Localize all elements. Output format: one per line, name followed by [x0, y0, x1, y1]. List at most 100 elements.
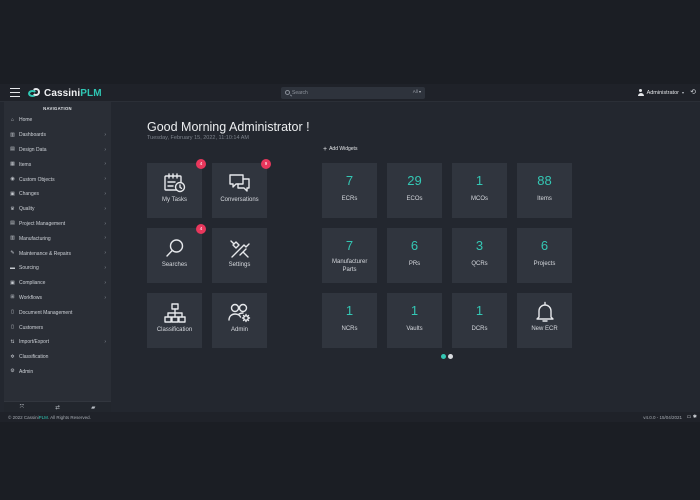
stat-tile-mcos[interactable]: 1 MCOs — [452, 163, 507, 218]
tile-my-tasks[interactable]: My Tasks 4 — [147, 159, 206, 218]
tile-searches[interactable]: Searches 4 — [147, 224, 206, 283]
stat-tile-ecos[interactable]: 29 ECOs — [387, 163, 442, 218]
notification-badge: 4 — [196, 224, 206, 234]
sidebar-item-manufacturing[interactable]: ▥ Manufacturing › — [4, 231, 111, 246]
stat-tile-manufacturer-parts[interactable]: 7 Manufacturer Parts — [322, 228, 377, 283]
chevron-right-icon: › — [104, 161, 106, 168]
sidebar-item-custom-objects[interactable]: ◉ Custom Objects › — [4, 172, 111, 187]
stat-tile-vaults[interactable]: 1 Vaults — [387, 293, 442, 348]
tile-label: Searches — [161, 262, 188, 268]
quality-icon: ♛ — [10, 205, 15, 212]
stat-value: 6 — [410, 238, 419, 253]
sidebar-item-label: Workflows — [19, 294, 42, 301]
stat-tile-projects[interactable]: 6 Projects — [517, 228, 572, 283]
greeting: Good Morning Administrator ! — [147, 120, 310, 134]
stat-tile-ecrs[interactable]: 7 ECRs — [322, 163, 377, 218]
import-export-icon: ⇅ — [10, 338, 15, 345]
sidebar-item-document-management[interactable]: ▯ Document Management — [4, 305, 111, 320]
user-menu[interactable]: Administrator ▾ — [637, 89, 684, 96]
project-icon: ▤ — [10, 220, 15, 227]
app-window: CassiniPLM All ▾ Administrator ▾ ⟲ NAVIG… — [0, 84, 700, 422]
sidebar-item-classification[interactable]: ✲ Classification — [4, 350, 111, 365]
stat-value: 3 — [475, 238, 484, 253]
chevron-right-icon: › — [104, 279, 106, 286]
sidebar-item-compliance[interactable]: ▣ Compliance › — [4, 276, 111, 291]
chevron-down-icon: ▾ — [681, 90, 684, 95]
add-widgets-button[interactable]: + Add Widgets — [323, 146, 357, 153]
sidebar-item-workflows[interactable]: ⊞ Workflows › — [4, 291, 111, 306]
stat-label: PRs — [408, 261, 421, 267]
gear-icon[interactable]: ✱ — [693, 414, 697, 420]
footer: © 2022 CassiniPLM. All Rights Reserved. … — [0, 412, 700, 422]
refresh-icon[interactable]: ⟲ — [690, 88, 696, 96]
sidebar-item-maintenance-repairs[interactable]: ✎ Maintenance & Repairs › — [4, 246, 111, 261]
search-scope-dropdown[interactable]: All ▾ — [413, 89, 421, 94]
logo[interactable]: CassiniPLM — [28, 86, 102, 100]
sidebar-item-changes[interactable]: ▣ Changes › — [4, 187, 111, 202]
search-icon — [285, 90, 290, 95]
tile-admin[interactable]: Admin — [212, 293, 267, 348]
compliance-icon: ▣ — [10, 279, 15, 286]
sidebar-item-items[interactable]: ▦ Items › — [4, 157, 111, 172]
sidebar-item-sourcing[interactable]: ▬ Sourcing › — [4, 261, 111, 276]
sidebar-item-import-export[interactable]: ⇅ Import/Export › — [4, 335, 111, 350]
pager-dot[interactable] — [441, 354, 446, 359]
chevron-right-icon: › — [104, 338, 106, 345]
menu-toggle-icon[interactable] — [10, 88, 20, 97]
chevron-right-icon: › — [104, 146, 106, 153]
stat-tile-prs[interactable]: 6 PRs — [387, 228, 442, 283]
stat-value: 7 — [345, 173, 354, 188]
stat-label: Projects — [533, 261, 556, 267]
notification-badge: 4 — [196, 159, 206, 169]
stat-tile-qcrs[interactable]: 3 QCRs — [452, 228, 507, 283]
folder-icon[interactable]: ▰ — [91, 405, 95, 411]
sidebar-item-label: Custom Objects — [19, 176, 55, 183]
pager-dot[interactable] — [448, 354, 453, 359]
stat-tile-items[interactable]: 88 Items — [517, 163, 572, 218]
swap-icon[interactable]: ⇄ — [55, 405, 60, 411]
chat-icon[interactable]: ▭ — [687, 414, 692, 420]
stat-value: 29 — [407, 173, 422, 188]
sidebar-item-design-data[interactable]: ▤ Design Data › — [4, 143, 111, 158]
sidebar-item-dashboards[interactable]: ▥ Dashboards › — [4, 128, 111, 143]
notification-badge: 9 — [261, 159, 271, 169]
sidebar-item-home[interactable]: ⌂ Home — [4, 113, 111, 128]
sidebar-item-customers[interactable]: ▯ Customers — [4, 320, 111, 335]
global-search: All ▾ — [281, 87, 425, 99]
tile-label: Classification — [156, 327, 193, 333]
tile-label: My Tasks — [162, 197, 187, 203]
stat-label: Manufacturer Parts — [332, 259, 368, 273]
stat-value: 7 — [345, 238, 354, 253]
sidebar-item-admin[interactable]: ⚙ Admin — [4, 365, 111, 380]
plus-icon: + — [323, 146, 328, 153]
search-input[interactable] — [292, 88, 402, 98]
tile-conversations[interactable]: Conversations 9 — [212, 159, 271, 218]
chevron-right-icon: › — [104, 131, 106, 138]
sidebar-item-quality[interactable]: ♛ Quality › — [4, 202, 111, 217]
changes-icon: ▣ — [10, 190, 15, 197]
stat-tile-ncrs[interactable]: 1 NCRs — [322, 293, 377, 348]
sidebar-item-project-management[interactable]: ▤ Project Management › — [4, 217, 111, 232]
nav-title: NAVIGATION — [43, 106, 72, 111]
collapse-icon[interactable]: ⤧ — [20, 404, 24, 411]
new-ecr-button[interactable]: New ECR — [517, 293, 572, 348]
stat-value: 1 — [475, 303, 484, 318]
tile-label: New ECR — [531, 326, 558, 332]
sidebar-item-label: Customers — [19, 324, 44, 331]
stat-label: Items — [537, 196, 552, 202]
tile-classification[interactable]: Classification — [147, 293, 202, 348]
sidebar-item-label: Import/Export — [19, 339, 50, 346]
items-icon: ▦ — [10, 161, 15, 168]
sidebar: NAVIGATION ⌂ Home ▥ Dashboards › ▤ Design Data… — [4, 102, 111, 413]
logo-mark-icon — [28, 87, 41, 99]
widget-pager — [441, 354, 453, 359]
dashboard-icon: ▥ — [10, 131, 15, 138]
chevron-right-icon: › — [104, 176, 106, 183]
tile-settings[interactable]: Settings — [212, 228, 267, 283]
logo-text: CassiniPLM — [44, 87, 102, 99]
sidebar-item-label: Items — [19, 161, 32, 168]
sidebar-item-label: Design Data — [19, 146, 47, 153]
tile-label: Admin — [230, 327, 248, 333]
sidebar-item-label: Quality — [19, 206, 35, 213]
stat-tile-dcrs[interactable]: 1 DCRs — [452, 293, 507, 348]
